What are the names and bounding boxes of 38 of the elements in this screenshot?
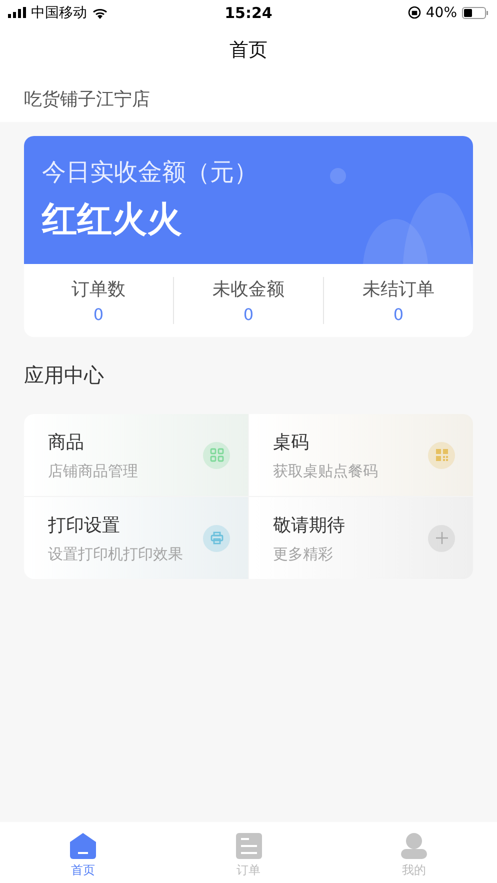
app-tile[interactable]: 商品 店铺商品管理 (24, 414, 248, 496)
revenue-value: 红红火火 (42, 199, 182, 242)
stat-label: 未结订单 (362, 278, 434, 301)
stat-value: 0 (243, 305, 254, 324)
grid-icon (210, 448, 224, 462)
app-tile[interactable]: 打印设置 设置打印机打印效果 (24, 497, 248, 579)
user-icon (400, 832, 428, 860)
revenue-label: 今日实收金额（元） (42, 157, 258, 188)
page-title: 首页 (230, 38, 268, 63)
list-icon (234, 832, 262, 860)
wifi-icon (92, 6, 108, 18)
stat-value: 0 (93, 305, 104, 324)
qr-code-icon (434, 448, 448, 462)
app-tile[interactable]: 敬请期待 更多精彩 (249, 497, 473, 579)
stat-value: 0 (393, 305, 404, 324)
store-name: 吃货铺子江宁店 (24, 88, 150, 110)
home-icon (68, 832, 97, 860)
plus-icon (434, 531, 448, 545)
app-title: 打印设置 (48, 514, 121, 536)
battery-icon (462, 6, 489, 18)
carrier-name: 中国移动 (31, 4, 87, 22)
app-tile[interactable]: 桌码 获取桌贴点餐码 (249, 414, 473, 496)
clock-time: 15:24 (224, 4, 272, 22)
app-subtitle: 店铺商品管理 (48, 462, 138, 480)
printer-icon (210, 531, 224, 545)
tab-item[interactable]: 首页 (0, 822, 166, 883)
app-title: 敬请期待 (273, 514, 345, 536)
battery-percent: 40% (426, 4, 457, 20)
app-title: 桌码 (273, 430, 310, 454)
section-title: 应用中心 (24, 362, 104, 389)
app-subtitle: 获取桌贴点餐码 (273, 462, 378, 480)
app-subtitle: 更多精彩 (273, 544, 334, 564)
app-title: 商品 (48, 430, 85, 454)
stat-label: 订单数 (72, 278, 126, 301)
app-subtitle: 设置打印机打印效果 (48, 544, 183, 564)
rotation-lock-icon (408, 6, 421, 19)
stat-label: 未收金额 (212, 278, 284, 301)
signal-icon (8, 7, 26, 18)
